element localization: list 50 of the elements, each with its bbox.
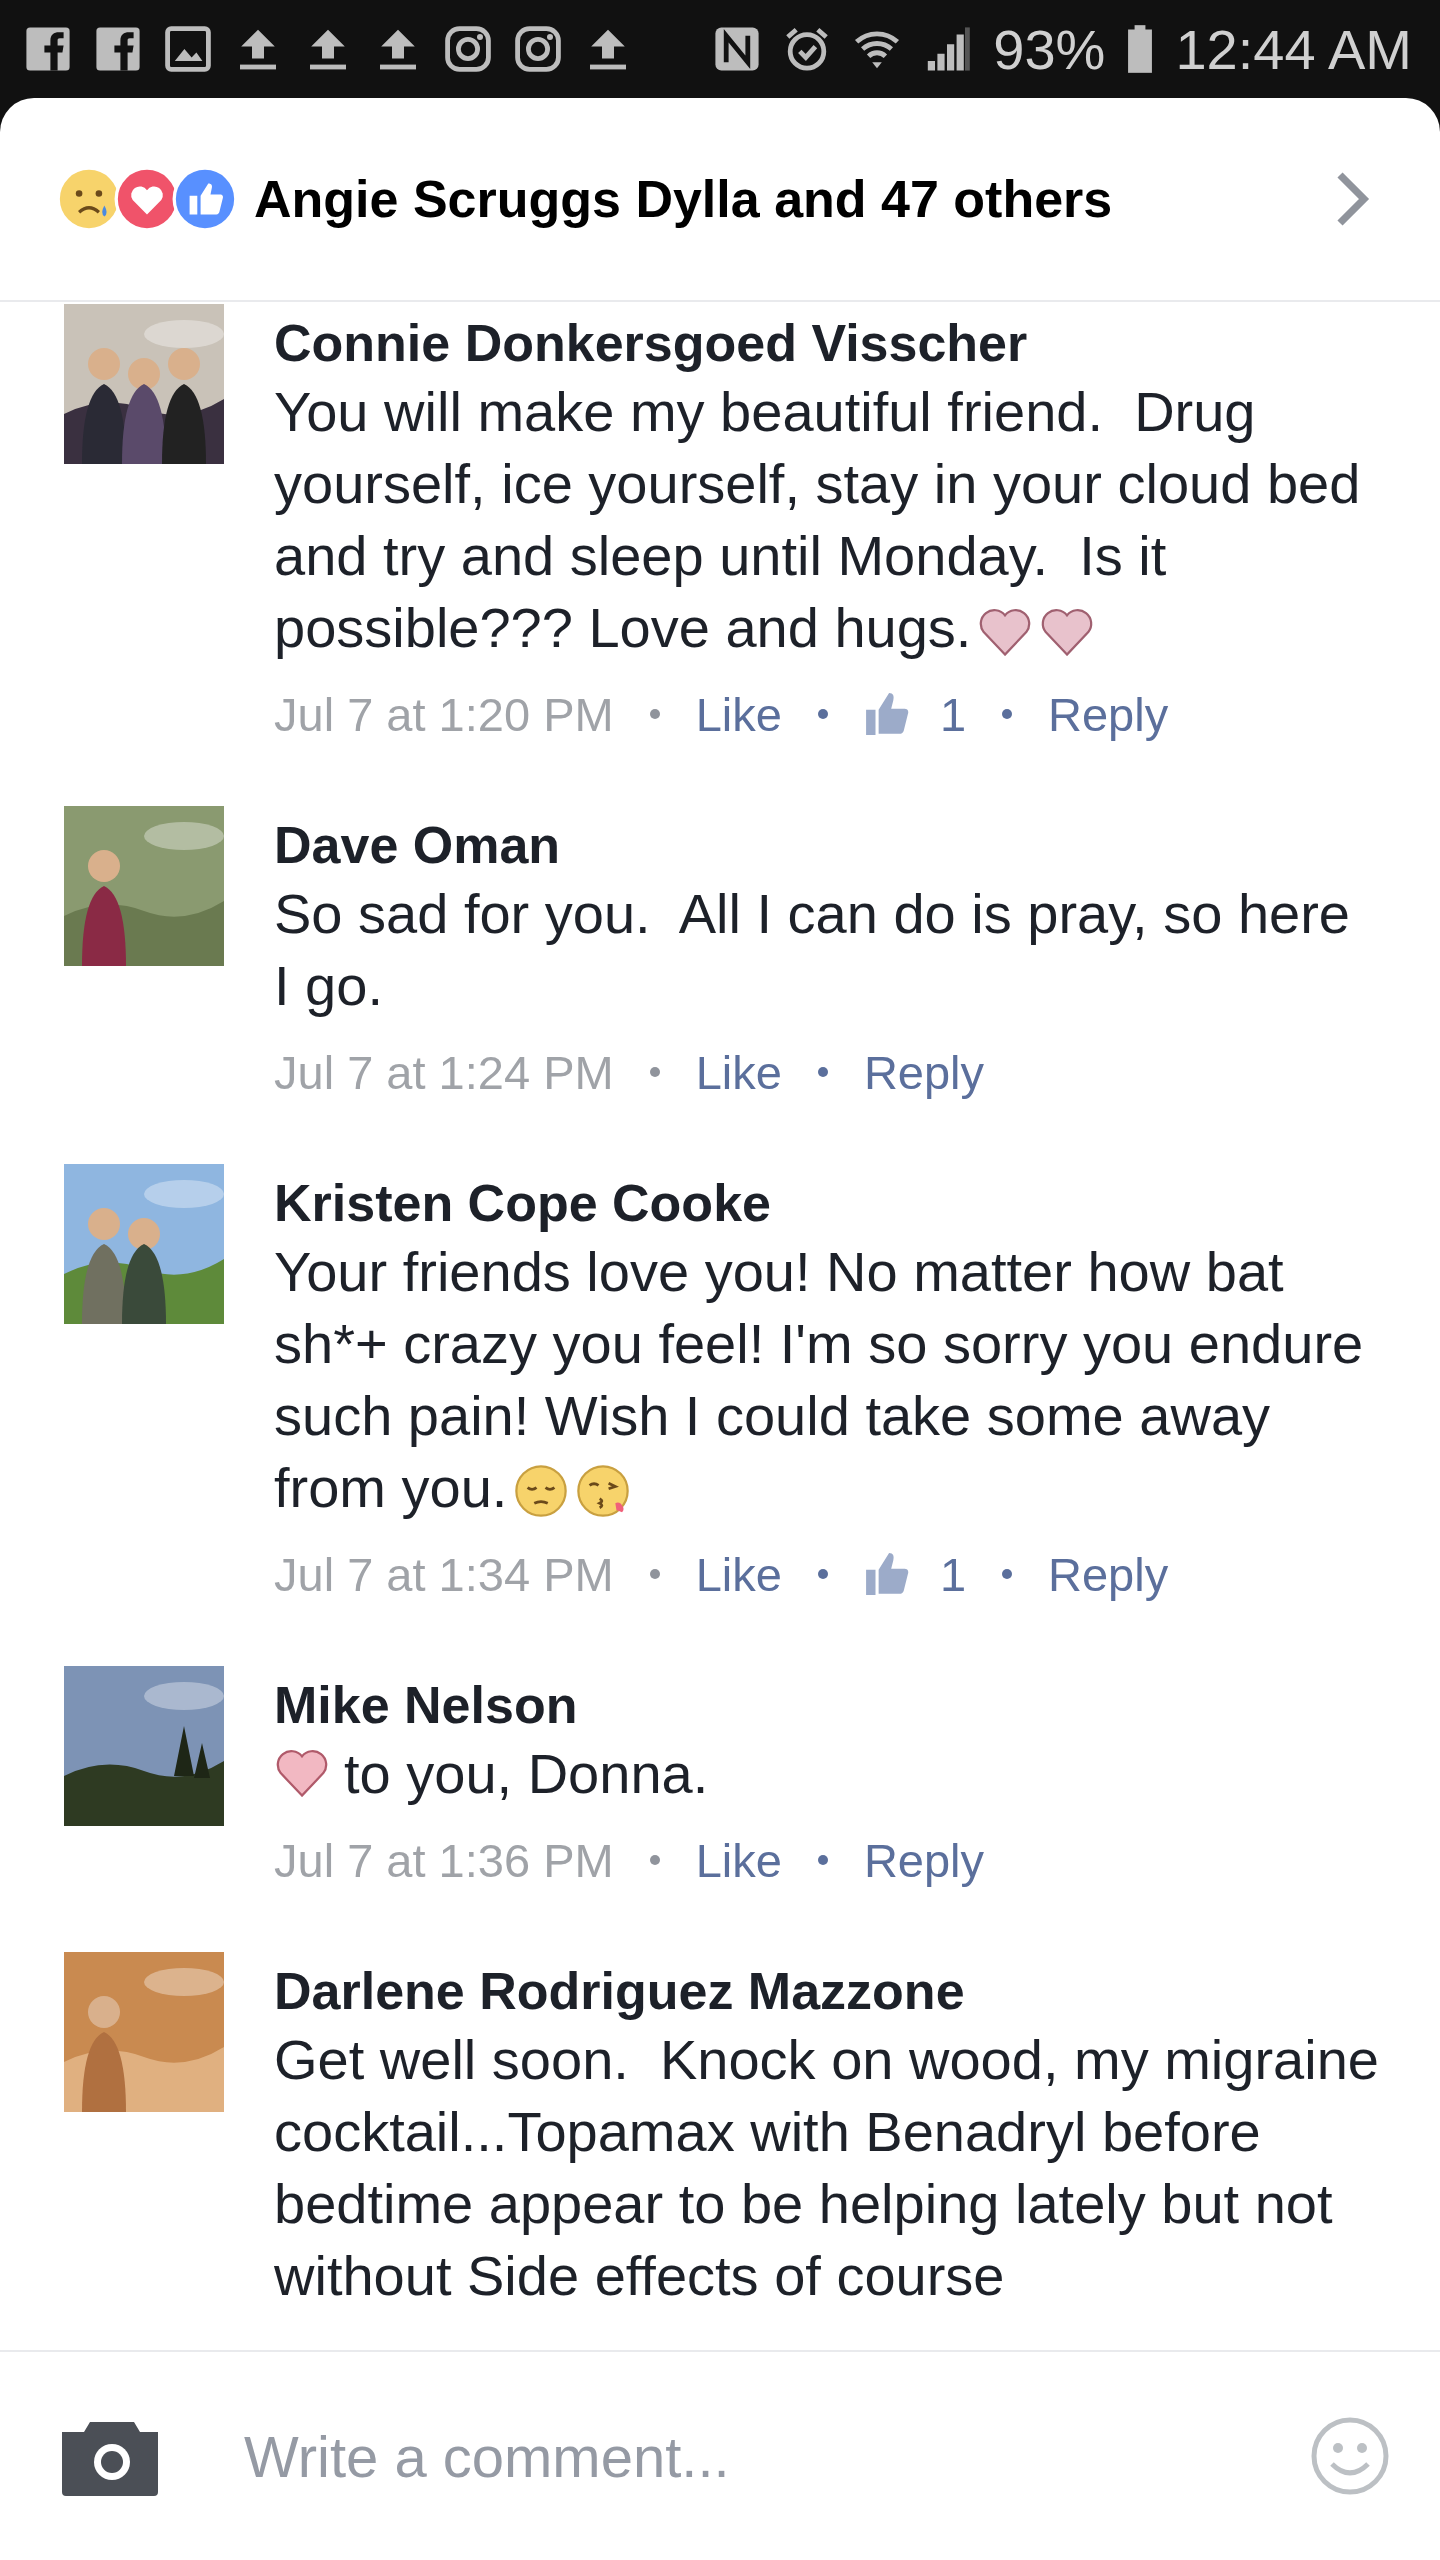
separator-dot xyxy=(817,709,828,719)
separator-dot xyxy=(817,1067,828,1077)
separator-dot xyxy=(817,1855,828,1865)
nfc-icon xyxy=(713,25,762,73)
thumbs-up-icon xyxy=(863,691,910,737)
separator-dot xyxy=(649,1855,660,1865)
like-count: 1 xyxy=(939,1546,966,1602)
separator-dot xyxy=(649,709,660,719)
image-icon xyxy=(164,25,212,73)
comment-author[interactable]: Connie Donkersgoed Visscher xyxy=(274,310,1028,376)
comment-time: Jul 7 at 1:20 PM xyxy=(274,686,614,742)
separator-dot xyxy=(1002,709,1012,719)
comment-time: Jul 7 at 1:34 PM xyxy=(274,1546,614,1602)
like-link[interactable]: Like xyxy=(695,1832,782,1888)
separator-dot xyxy=(1002,1569,1012,1579)
comment-text: to you, Donna. xyxy=(344,1741,709,1807)
thumbs-up-icon xyxy=(863,1551,910,1597)
like-link[interactable]: Like xyxy=(695,1044,782,1100)
battery-icon xyxy=(1127,25,1154,73)
separator-dot xyxy=(649,1067,660,1077)
sad-face-icon xyxy=(513,1463,570,1519)
separator-dot xyxy=(817,1569,828,1579)
comment-author[interactable]: Mike Nelson xyxy=(274,1672,578,1738)
like-count: 1 xyxy=(939,686,966,742)
comment-author[interactable]: Darlene Rodriguez Mazzone xyxy=(274,1958,965,2024)
comment-time: Jul 7 at 1:24 PM xyxy=(274,1044,614,1100)
comment-text: Get well soon. Knock on wood, my migraine cocktail...Topamax with Benadryl before bedtime appear to be helping lately but not without Side effects of course xyxy=(274,2027,1380,2309)
camera-icon xyxy=(444,25,492,73)
separator-dot xyxy=(649,1569,660,1579)
camera-icon xyxy=(514,25,562,73)
facebook-icon xyxy=(94,25,142,73)
smiley-icon[interactable] xyxy=(1310,2416,1390,2496)
comment-author[interactable]: Dave Oman xyxy=(274,812,561,878)
thumbs-up-icon xyxy=(172,166,238,232)
reply-link[interactable]: Reply xyxy=(1048,686,1169,742)
comment-text: You will make my beautiful friend. Drug yourself, ice yourself, stay in your cloud bed and try and sleep until Monday. Is it possible??? Love and hugs. xyxy=(274,379,1362,661)
comment-text: So sad for you. All I can do is pray, so here I go. xyxy=(274,881,1351,1019)
reply-link[interactable]: Reply xyxy=(1048,1546,1169,1602)
clock: 12:44 AM xyxy=(1175,16,1412,82)
like-link[interactable]: Like xyxy=(695,1546,782,1602)
facebook-icon xyxy=(24,25,72,73)
reply-link[interactable]: Reply xyxy=(863,1832,985,1888)
comment-time: Jul 7 at 1:36 PM xyxy=(274,1832,614,1888)
reply-link[interactable]: Reply xyxy=(863,1044,985,1100)
battery-percent: 93% xyxy=(993,16,1106,82)
reaction-summary[interactable]: Angie Scruggs Dylla and 47 others xyxy=(254,169,1334,229)
kissing-face-icon xyxy=(575,1463,632,1519)
comment-author[interactable]: Kristen Cope Cooke xyxy=(274,1170,771,1236)
like-link[interactable]: Like xyxy=(695,686,782,742)
comment-text: Your friends love you! No matter how bat sh*+ crazy you feel! I'm so sorry you endure such pain! Wish I could take some away from you. xyxy=(274,1239,1365,1521)
